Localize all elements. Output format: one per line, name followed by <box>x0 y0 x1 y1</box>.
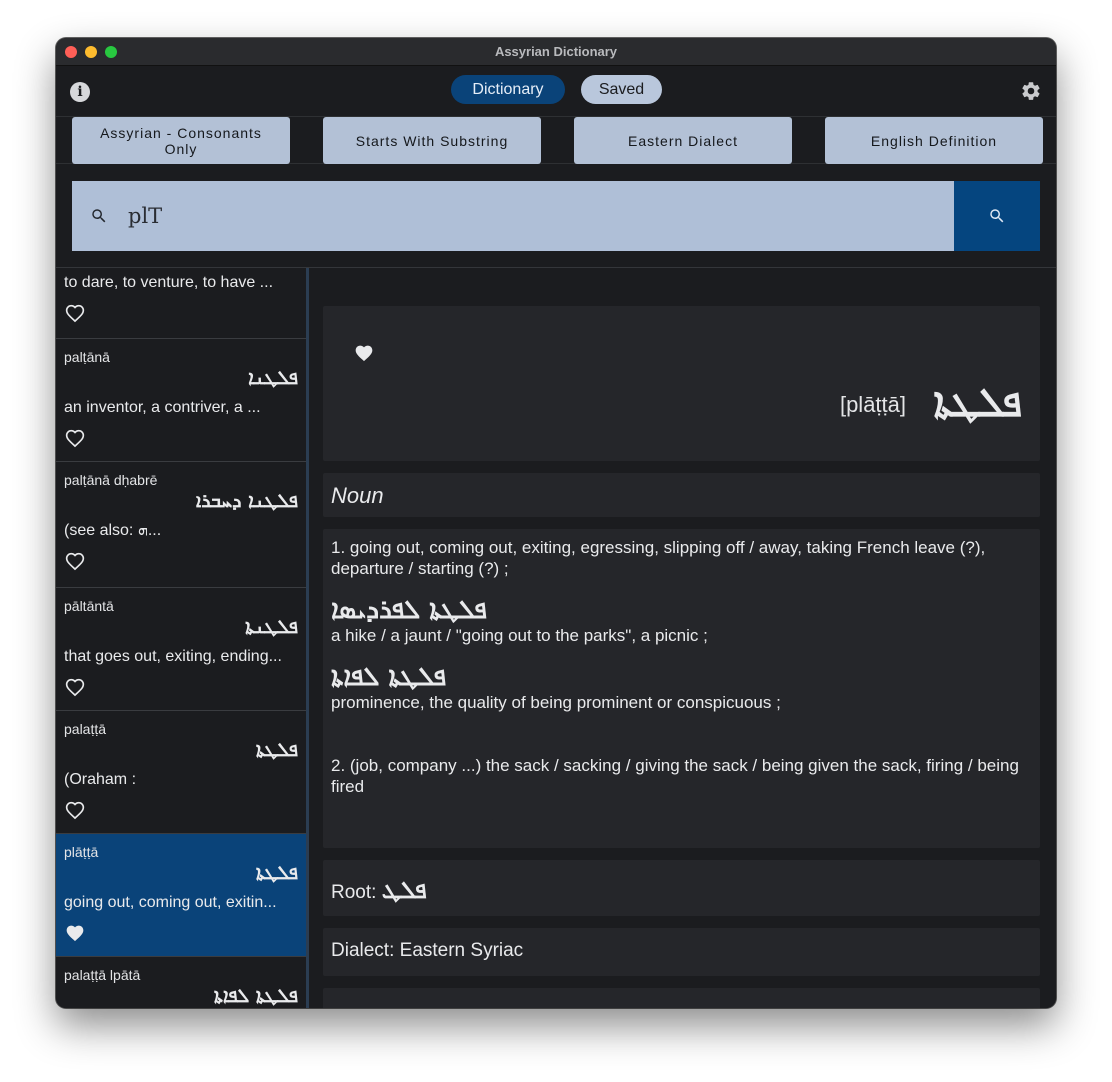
filter-starts-with[interactable]: Starts With Substring <box>323 117 541 164</box>
list-item[interactable]: palṭānā ܦܠܛܢܐ an inventor, a contriver, … <box>56 339 306 462</box>
list-item[interactable]: to dare, to venture, to have ... <box>56 274 306 339</box>
definitions: 1. going out, coming out, exiting, egres… <box>323 529 1040 805</box>
part-of-speech-card: Noun <box>323 473 1040 517</box>
heart-filled-icon[interactable] <box>64 924 86 944</box>
search-icon <box>92 209 106 223</box>
results-list[interactable]: to dare, to venture, to have ... palṭānā… <box>56 268 306 1008</box>
tab-dictionary[interactable]: Dictionary <box>451 75 565 104</box>
root-syriac: ܦܠܛ <box>381 876 427 904</box>
close-window-button[interactable] <box>65 46 77 58</box>
dialect-card: Dialect: Eastern Syriac <box>323 928 1040 976</box>
definition-1: 1. going out, coming out, exiting, egres… <box>331 538 986 578</box>
item-definition: going out, coming out, exitin... <box>64 894 277 911</box>
heart-outline-icon[interactable] <box>64 429 86 449</box>
more-card <box>323 988 1040 1008</box>
item-syriac: ܦܠܛܢܐ ܕܚܒܪܐ <box>195 490 298 512</box>
filter-eastern-dialect[interactable]: Eastern Dialect <box>574 117 792 164</box>
filter-assyrian-consonants[interactable]: Assyrian - Consonants Only <box>72 117 290 164</box>
entry-header-card: [plāṭṭā] ܦܠܛܬܐ <box>323 306 1040 461</box>
search-input[interactable] <box>128 199 928 233</box>
tab-saved[interactable]: Saved <box>581 75 662 104</box>
minimize-window-button[interactable] <box>85 46 97 58</box>
list-item[interactable]: palṭānā dḥabrē ܦܠܛܢܐ ܕܚܒܪܐ (see also: ܗ.… <box>56 462 306 588</box>
phrase-1-definition: a hike / a jaunt / "going out to the par… <box>331 626 708 645</box>
heart-outline-icon[interactable] <box>64 304 86 324</box>
filter-english-definition[interactable]: English Definition <box>825 117 1043 164</box>
window-controls <box>65 46 117 58</box>
item-syriac: ܦܠܛܢܬܐ <box>245 616 298 638</box>
title-bar: Assyrian Dictionary <box>56 38 1056 66</box>
root: Root: ܦܠܛ <box>323 860 1040 920</box>
item-transliteration: plāṭṭā <box>64 844 99 860</box>
item-syriac: ܦܠܛܬܐ <box>255 862 298 884</box>
item-definition: that goes out, exiting, ending... <box>64 648 282 665</box>
item-transliteration: pāltāntā <box>64 598 114 614</box>
info-icon[interactable]: i <box>70 82 90 102</box>
search-mode-filters: Assyrian - Consonants Only Starts With S… <box>56 116 1056 164</box>
list-item-selected[interactable]: plāṭṭā ܦܠܛܬܐ going out, coming out, exit… <box>56 834 306 957</box>
gear-icon[interactable] <box>1020 80 1042 102</box>
dialect-label: Dialect: <box>331 940 395 961</box>
search-bar <box>72 181 1040 251</box>
item-definition: to dare, to venture, to have ... <box>64 274 274 291</box>
item-definition: an inventor, a contriver, a ... <box>64 399 261 416</box>
heart-outline-icon[interactable] <box>64 678 86 698</box>
entry-transliteration: [plāṭṭā] <box>839 392 906 417</box>
phrase-2-syriac: ܦܠܛܬܐ ܠܦܐܬܐ <box>331 662 447 692</box>
item-transliteration: palṭānā dḥabrē <box>64 472 158 488</box>
item-transliteration: palṭānā <box>64 349 110 365</box>
item-syriac: ܦܠܛܢܐ <box>248 367 298 389</box>
search-submit-button[interactable] <box>954 181 1040 251</box>
entry-syriac: ܦܠܛܬܐ <box>933 380 1022 426</box>
list-item[interactable]: palaṭṭā lpātā ܦܠܛܬܐ ܠܦܐܬܐ <box>56 957 306 1008</box>
phrase-1-syriac: ܦܠܛܬܐ ܠܦܪܕܝܣܐ <box>331 595 487 625</box>
app-window: Assyrian Dictionary i Dictionary Saved A… <box>56 38 1056 1008</box>
item-transliteration: palaṭṭā <box>64 721 107 737</box>
phrase-2-definition: prominence, the quality of being promine… <box>331 693 781 712</box>
window-title: Assyrian Dictionary <box>494 44 618 59</box>
item-definition: (see also: ܗ... <box>64 522 162 539</box>
heart-outline-icon[interactable] <box>64 801 86 821</box>
dialect-value: Eastern Syriac <box>399 940 524 961</box>
search-icon <box>990 209 1004 223</box>
item-syriac: ܦܠܛܬܐ <box>255 739 298 761</box>
dialect: Dialect: Eastern Syriac <box>323 928 1040 974</box>
item-transliteration: palaṭṭā lpātā <box>64 967 141 983</box>
root-card: Root: ܦܠܛ <box>323 860 1040 916</box>
entry-detail: [plāṭṭā] ܦܠܛܬܐ Noun 1. going out, coming… <box>309 268 1056 1008</box>
definitions-card: 1. going out, coming out, exiting, egres… <box>323 529 1040 848</box>
item-definition: (Oraham : <box>64 771 137 788</box>
list-item[interactable]: palaṭṭā ܦܠܛܬܐ (Oraham : <box>56 711 306 834</box>
heart-filled-icon[interactable] <box>353 344 375 364</box>
item-syriac: ܦܠܛܬܐ ܠܦܐܬܐ <box>213 985 298 1007</box>
part-of-speech: Noun <box>331 483 384 508</box>
heart-outline-icon[interactable] <box>64 552 86 572</box>
root-label: Root: <box>331 882 377 903</box>
maximize-window-button[interactable] <box>105 46 117 58</box>
top-bar: i Dictionary Saved <box>56 66 1056 116</box>
definition-2: 2. (job, company ...) the sack / sacking… <box>331 756 1019 796</box>
list-item[interactable]: pāltāntā ܦܠܛܢܬܐ that goes out, exiting, … <box>56 588 306 711</box>
